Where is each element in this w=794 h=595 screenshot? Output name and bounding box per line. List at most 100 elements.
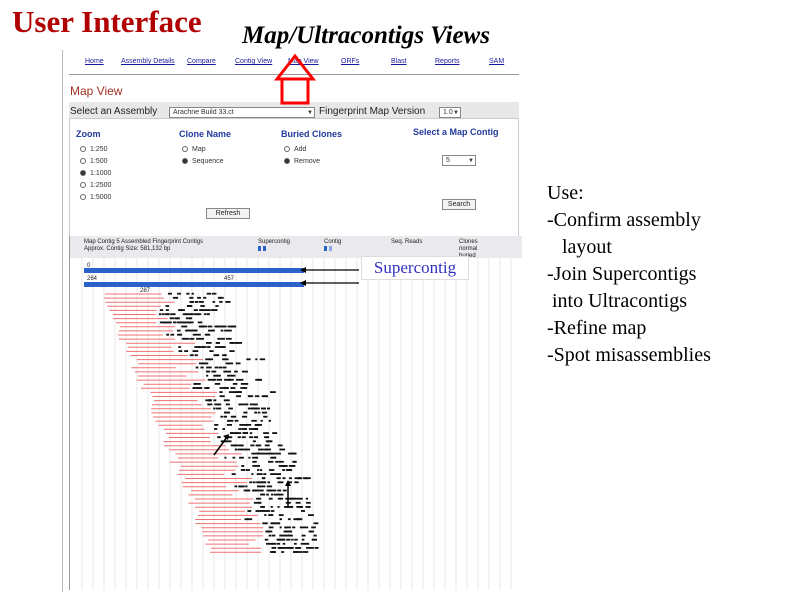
sequence-read-mark — [213, 354, 219, 357]
sequence-read-mark — [181, 337, 185, 340]
nav-sam[interactable]: SAM — [489, 58, 504, 65]
sequence-read-mark — [270, 456, 273, 459]
nav-home[interactable]: Home — [85, 58, 104, 65]
radio-icon — [80, 158, 86, 165]
sequence-read-mark — [251, 452, 257, 455]
sequence-read-mark — [264, 538, 269, 541]
sequence-read-mark — [182, 321, 186, 324]
sequence-read-mark — [201, 325, 208, 328]
buried-clones-option[interactable]: Add — [284, 146, 306, 156]
fingerprint-select[interactable]: 1.0 ▼ — [439, 107, 461, 118]
sequence-read-mark — [167, 292, 172, 295]
sequence-read-mark — [278, 547, 282, 549]
zoom-option[interactable]: 1:1000 — [80, 170, 111, 180]
nav-compare[interactable]: Compare — [187, 58, 216, 65]
sequence-read-mark — [257, 469, 260, 471]
fingerprint-select-value: 1.0 — [443, 109, 453, 116]
sequence-read-mark — [249, 436, 254, 439]
sequence-read-mark — [269, 542, 274, 545]
nav-blast[interactable]: Blast — [391, 58, 407, 65]
refresh-button[interactable]: Refresh — [206, 208, 250, 219]
sequence-read-mark — [278, 538, 283, 541]
sequence-read-mark — [228, 407, 233, 410]
sequence-read-mark — [245, 485, 248, 488]
radio-icon — [80, 194, 86, 201]
buried-clones-option-label: Add — [294, 146, 307, 153]
sequence-read-mark — [273, 493, 280, 496]
sequence-read-mark — [256, 473, 263, 475]
map-contig-select[interactable]: 5 ▼ — [442, 155, 476, 166]
sequence-read-mark — [276, 477, 281, 480]
zoom-option-label: 1:500 — [90, 158, 108, 165]
sequence-read-mark — [242, 403, 249, 406]
zoom-option[interactable]: 1:500 — [80, 158, 108, 168]
sequence-read-mark — [229, 432, 234, 434]
sequence-read-mark — [281, 465, 287, 467]
clone-name-option[interactable]: Map — [182, 146, 206, 156]
sequence-read-mark — [279, 526, 282, 529]
sequence-read-mark — [264, 448, 268, 451]
zoom-option[interactable]: 1:2500 — [80, 182, 111, 192]
sequence-read-mark — [189, 337, 195, 340]
sequence-read-mark — [306, 501, 311, 504]
zoom-option[interactable]: 1:250 — [80, 146, 108, 156]
sequence-read-mark — [226, 399, 230, 402]
sequence-read-mark — [251, 419, 257, 422]
nav-contig-view[interactable]: Contig View — [235, 58, 272, 65]
nav-map-view[interactable]: Map View — [288, 58, 319, 65]
sequence-read-mark — [277, 497, 284, 500]
sequence-read-mark — [228, 391, 234, 393]
sequence-read-mark — [170, 333, 175, 336]
buried-clones-heading: Buried Clones — [281, 129, 343, 139]
nav-orfs[interactable]: ORFs — [341, 58, 359, 65]
sequence-read-mark — [309, 530, 312, 533]
sequence-read-mark — [243, 411, 248, 414]
sequence-read-mark — [205, 370, 210, 373]
sequence-read-mark — [222, 346, 226, 348]
sequence-read-mark — [189, 301, 195, 303]
assembly-select[interactable]: Arachne Build 33.ct ▼ — [169, 107, 315, 118]
sequence-read-mark — [244, 428, 247, 430]
sequence-read-mark — [268, 419, 271, 422]
sequence-read-mark — [184, 313, 187, 316]
nav-assembly-details[interactable]: Assembly Details — [121, 58, 175, 65]
sequence-read-mark — [225, 301, 230, 303]
sequence-read-mark — [290, 497, 296, 500]
sequence-read-mark — [215, 342, 220, 344]
sequence-read-mark — [235, 362, 241, 365]
sequence-read-mark — [247, 407, 254, 410]
legend-swatch-icon — [329, 246, 332, 251]
search-button[interactable]: Search — [442, 199, 476, 210]
zoom-option[interactable]: 1:5000 — [80, 194, 111, 204]
sequence-read-mark — [228, 378, 231, 381]
sequence-read-mark — [214, 383, 221, 385]
sequence-read-mark — [301, 538, 305, 541]
sequence-read-mark — [249, 481, 252, 484]
sequence-read-mark — [225, 337, 232, 340]
clone-name-option[interactable]: Sequence — [182, 158, 224, 168]
sequence-read-mark — [299, 526, 305, 529]
sequence-read-mark — [244, 424, 248, 426]
sequence-read-mark — [227, 325, 232, 328]
sequence-read-mark — [295, 551, 298, 553]
sequence-read-mark — [268, 460, 274, 463]
radio-icon — [80, 182, 86, 189]
sequence-read-mark — [260, 469, 263, 471]
sequence-read-mark — [260, 485, 266, 488]
sequence-read-mark — [261, 411, 268, 414]
sequence-read-mark — [223, 370, 227, 373]
sequence-read-mark — [197, 296, 201, 299]
sequence-read-mark — [223, 354, 227, 357]
sequence-read-mark — [278, 514, 284, 516]
sequence-read-mark — [302, 551, 309, 553]
nav-reports[interactable]: Reports — [435, 58, 460, 65]
sequence-read-mark — [187, 321, 192, 324]
sequence-read-mark — [268, 489, 272, 492]
sequence-read-mark — [239, 485, 245, 488]
sequence-read-mark — [205, 342, 212, 344]
sequence-read-mark — [176, 321, 183, 324]
sequence-read-mark — [252, 465, 255, 467]
sequence-read-mark — [172, 296, 177, 299]
sequence-read-mark — [285, 526, 291, 529]
buried-clones-option[interactable]: Remove — [284, 158, 320, 168]
